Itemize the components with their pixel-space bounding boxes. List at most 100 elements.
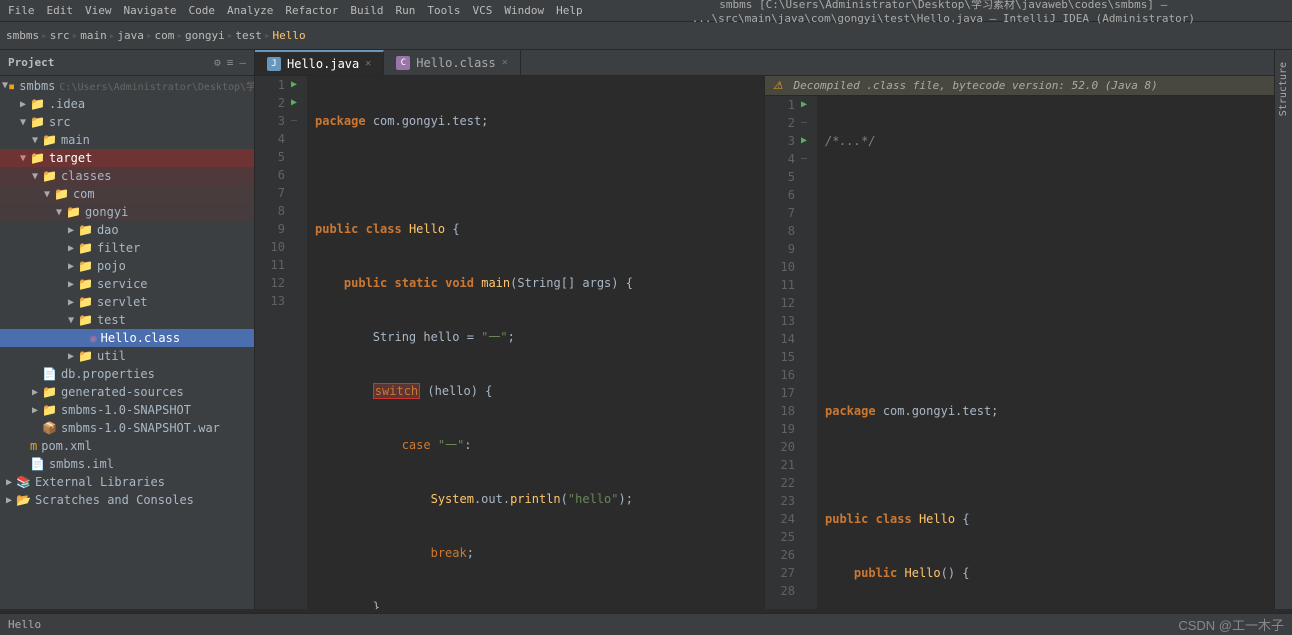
menu-refactor[interactable]: Refactor bbox=[285, 4, 338, 17]
tree-item-servlet[interactable]: ▶ 📁 servlet bbox=[0, 293, 254, 311]
warning-icon: ⚠ bbox=[773, 79, 783, 92]
expand-arrow-target: ▼ bbox=[16, 153, 30, 164]
menu-help[interactable]: Help bbox=[556, 4, 583, 17]
tree-item-src[interactable]: ▼ 📁 src bbox=[0, 113, 254, 131]
breadcrumb-main[interactable]: main bbox=[80, 29, 107, 42]
project-sidebar: Project ⚙ ≡ – ▼ ▪ smbms C:\Users\Adminis… bbox=[0, 50, 255, 609]
menu-run[interactable]: Run bbox=[395, 4, 415, 17]
tree-label-util: util bbox=[97, 349, 126, 363]
tree-label-servlet: servlet bbox=[97, 295, 148, 309]
expand-arrow-dao: ▶ bbox=[64, 225, 78, 236]
menu-file[interactable]: File bbox=[8, 4, 35, 17]
menu-edit[interactable]: Edit bbox=[47, 4, 74, 17]
menu-navigate[interactable]: Navigate bbox=[124, 4, 177, 17]
tree-item-target[interactable]: ▼ 📁 target bbox=[0, 149, 254, 167]
tree-item-db-properties[interactable]: 📄 db.properties bbox=[0, 365, 254, 383]
tree-item-war[interactable]: 📦 smbms-1.0-SNAPSHOT.war bbox=[0, 419, 254, 437]
menu-view[interactable]: View bbox=[85, 4, 112, 17]
tab-hello-class[interactable]: C Hello.class ✕ bbox=[384, 50, 521, 75]
sidebar-expand-icon[interactable]: ≡ bbox=[227, 56, 234, 69]
breadcrumb-sep: ▸ bbox=[146, 29, 153, 42]
breadcrumb[interactable]: smbms ▸ src ▸ main ▸ java ▸ com ▸ gongyi… bbox=[6, 29, 306, 42]
menu-tools[interactable]: Tools bbox=[427, 4, 460, 17]
code-left[interactable]: package com.gongyi.test; public class He… bbox=[307, 76, 764, 609]
tree-label-pojo: pojo bbox=[97, 259, 126, 273]
watermark: CSDN @工一木子 bbox=[1178, 615, 1284, 634]
tree-label-db: db.properties bbox=[61, 367, 155, 381]
menu-analyze[interactable]: Analyze bbox=[227, 4, 273, 17]
file-icon-db: 📄 bbox=[42, 367, 57, 381]
breadcrumb-sep: ▸ bbox=[72, 29, 79, 42]
tab-close-hello-java[interactable]: ✕ bbox=[365, 58, 371, 69]
tree-item-util[interactable]: ▶ 📁 util bbox=[0, 347, 254, 365]
tree-item-service[interactable]: ▶ 📁 service bbox=[0, 275, 254, 293]
tree-item-hello-class[interactable]: ◉ Hello.class bbox=[0, 329, 254, 347]
tree-item-filter[interactable]: ▶ 📁 filter bbox=[0, 239, 254, 257]
tree-item-dao[interactable]: ▶ 📁 dao bbox=[0, 221, 254, 239]
tree-item-idea[interactable]: ▶ 📁 .idea bbox=[0, 95, 254, 113]
tree-item-smbms[interactable]: ▼ ▪ smbms C:\Users\Administrator\Desktop… bbox=[0, 76, 254, 95]
tab-label-hello-java: Hello.java bbox=[287, 57, 359, 71]
tree-item-snapshot[interactable]: ▶ 📁 smbms-1.0-SNAPSHOT bbox=[0, 401, 254, 419]
expand-arrow-generated: ▶ bbox=[28, 387, 42, 398]
folder-icon-main: 📁 bbox=[42, 133, 57, 147]
tree-item-gongyi[interactable]: ▼ 📁 gongyi bbox=[0, 203, 254, 221]
tree-label-com: com bbox=[73, 187, 95, 201]
bottom-bar: Hello CSDN @工一木子 bbox=[0, 613, 1292, 635]
editor-body-left[interactable]: 1 2 3 4 5 6 7 8 9 10 11 12 13 bbox=[255, 76, 764, 609]
editor-pane-left: 1 2 3 4 5 6 7 8 9 10 11 12 13 bbox=[255, 76, 765, 609]
expand-arrow-main: ▼ bbox=[28, 135, 42, 146]
expand-arrow-test: ▼ bbox=[64, 315, 78, 326]
menu-build[interactable]: Build bbox=[350, 4, 383, 17]
breadcrumb-gongyi[interactable]: gongyi bbox=[185, 29, 225, 42]
menu-window[interactable]: Window bbox=[504, 4, 544, 17]
folder-icon-test: 📁 bbox=[78, 313, 93, 327]
menu-code[interactable]: Code bbox=[188, 4, 215, 17]
breadcrumb-src[interactable]: src bbox=[50, 29, 70, 42]
editor-tab-bar: J Hello.java ✕ C Hello.class ✕ bbox=[255, 50, 1274, 76]
tree-label-generated: generated-sources bbox=[61, 385, 184, 399]
decompiled-notice: ⚠ Decompiled .class file, bytecode versi… bbox=[765, 76, 1274, 96]
folder-icon-external: 📚 bbox=[16, 475, 31, 489]
sidebar-minimize-icon[interactable]: – bbox=[239, 56, 246, 69]
breadcrumb-test[interactable]: test bbox=[235, 29, 262, 42]
expand-arrow-util: ▶ bbox=[64, 351, 78, 362]
menu-bar[interactable]: File Edit View Navigate Code Analyze Ref… bbox=[8, 4, 583, 17]
file-icon-war: 📦 bbox=[42, 421, 57, 435]
tree-label-test: test bbox=[97, 313, 126, 327]
gutter-right: ▶ – ▶ – bbox=[801, 96, 817, 609]
tree-item-main[interactable]: ▼ 📁 main bbox=[0, 131, 254, 149]
editor-body-right[interactable]: 1 2 3 4 5 6 7 8 9 10 11 12 13 14 bbox=[765, 96, 1274, 609]
expand-arrow-scratches: ▶ bbox=[2, 495, 16, 506]
structure-panel[interactable]: Structure bbox=[1274, 50, 1292, 609]
code-right[interactable]: /*...*/ package com.gongyi.test; public … bbox=[817, 96, 1274, 609]
tab-hello-java[interactable]: J Hello.java ✕ bbox=[255, 50, 384, 75]
menu-vcs[interactable]: VCS bbox=[472, 4, 492, 17]
tree-item-com[interactable]: ▼ 📁 com bbox=[0, 185, 254, 203]
title-bar: File Edit View Navigate Code Analyze Ref… bbox=[0, 0, 1292, 22]
breadcrumb-com[interactable]: com bbox=[155, 29, 175, 42]
breadcrumb-smbms[interactable]: smbms bbox=[6, 29, 39, 42]
sidebar-header: Project ⚙ ≡ – bbox=[0, 50, 254, 76]
tab-label-hello-class: Hello.class bbox=[416, 56, 495, 70]
tree-item-external[interactable]: ▶ 📚 External Libraries bbox=[0, 473, 254, 491]
breadcrumb-hello[interactable]: Hello bbox=[273, 29, 306, 42]
breadcrumb-sep: ▸ bbox=[176, 29, 183, 42]
tree-item-generated[interactable]: ▶ 📁 generated-sources bbox=[0, 383, 254, 401]
expand-arrow-com: ▼ bbox=[40, 189, 54, 200]
sidebar-settings-icon[interactable]: ⚙ bbox=[214, 56, 221, 69]
tree-label-scratches: Scratches and Consoles bbox=[35, 493, 194, 507]
tree-item-pojo[interactable]: ▶ 📁 pojo bbox=[0, 257, 254, 275]
tree-item-iml[interactable]: 📄 smbms.iml bbox=[0, 455, 254, 473]
tree-item-pom[interactable]: m pom.xml bbox=[0, 437, 254, 455]
tree-item-scratches[interactable]: ▶ 📂 Scratches and Consoles bbox=[0, 491, 254, 509]
tree-label-hello-class: Hello.class bbox=[101, 331, 180, 345]
tree-item-test[interactable]: ▼ 📁 test bbox=[0, 311, 254, 329]
tab-icon-java: J bbox=[267, 57, 281, 71]
tab-close-hello-class[interactable]: ✕ bbox=[502, 57, 508, 68]
structure-label[interactable]: Structure bbox=[1276, 58, 1291, 120]
tree-item-classes[interactable]: ▼ 📁 classes bbox=[0, 167, 254, 185]
folder-icon-snapshot: 📁 bbox=[42, 403, 57, 417]
breadcrumb-java[interactable]: java bbox=[117, 29, 144, 42]
tree-label-war: smbms-1.0-SNAPSHOT.war bbox=[61, 421, 220, 435]
